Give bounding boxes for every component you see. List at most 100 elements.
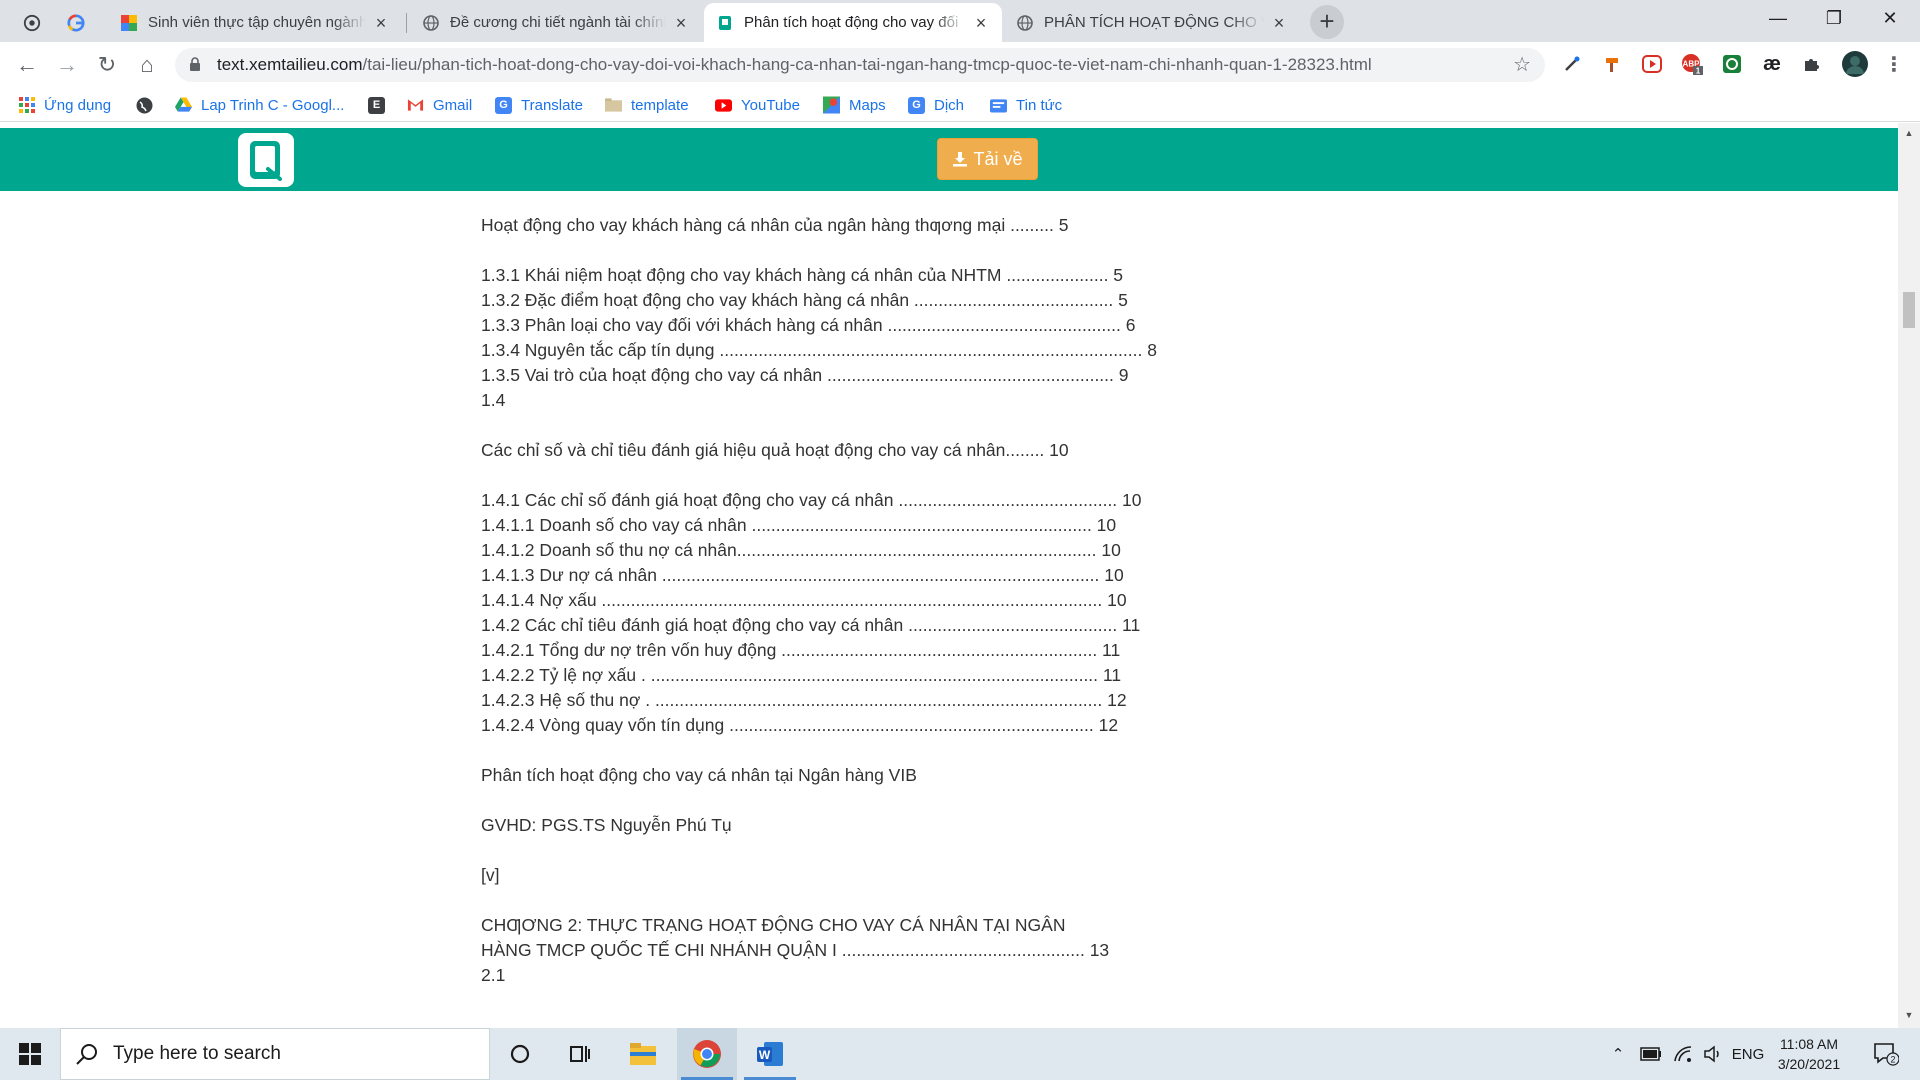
video-icon[interactable] xyxy=(1641,53,1663,75)
url-domain: text.xemtailieu.com xyxy=(217,55,363,74)
tab-title: Đề cương chi tiết ngành tài chính xyxy=(450,14,666,31)
url-path: /tai-lieu/phan-tich-hoat-dong-cho-vay-do… xyxy=(362,55,1372,74)
browser-toolbar: ← → ↻ ⌂ text.xemtailieu.com/tai-lieu/pha… xyxy=(0,42,1920,88)
minimize-button[interactable]: — xyxy=(1750,0,1806,38)
tab-phan-tich-active[interactable]: Phân tích hoạt động cho vay đối × xyxy=(704,3,1002,42)
new-tab-button[interactable]: + xyxy=(1310,5,1344,39)
close-tab-icon[interactable]: × xyxy=(972,14,990,32)
document-line: HÀNG TMCP QUỐC TẾ CHI NHÁNH QUẬN I .....… xyxy=(481,940,1110,960)
document-line: [v] xyxy=(481,865,500,885)
forward-button[interactable]: → xyxy=(52,50,82,80)
globe-icon xyxy=(422,14,440,32)
address-bar[interactable]: text.xemtailieu.com/tai-lieu/phan-tich-h… xyxy=(175,48,1545,82)
back-button[interactable]: ← xyxy=(12,50,42,80)
home-button[interactable]: ⌂ xyxy=(132,50,162,80)
colorful-icon xyxy=(120,14,138,32)
volume-icon[interactable] xyxy=(1700,1028,1726,1080)
bookmark-maps[interactable]: Maps xyxy=(823,88,886,122)
bookmark-globe[interactable] xyxy=(136,88,162,122)
document-line: CHƢƠNG 2: THỰC TRẠNG HOẠT ĐỘNG CHO VAY C… xyxy=(481,915,1066,935)
show-hidden-icons-chevron-icon[interactable]: ⌃ xyxy=(1606,1028,1630,1080)
wifi-icon[interactable] xyxy=(1670,1028,1696,1080)
close-tab-icon[interactable]: × xyxy=(672,14,690,32)
scroll-up-arrow-icon[interactable]: ▲ xyxy=(1898,128,1920,144)
document-line: 1.3.3 Phân loại cho vay đối với khách hà… xyxy=(481,315,1136,335)
search-placeholder: Type here to search xyxy=(113,1043,281,1064)
globe-icon xyxy=(136,97,153,114)
document-line: GVHD: PGS.TS Nguyễn Phú Tụ xyxy=(481,815,732,835)
notification-center-icon[interactable]: 2 xyxy=(1866,1028,1906,1080)
adblock-icon[interactable]: ABP 1 xyxy=(1681,53,1703,75)
file-explorer-icon[interactable] xyxy=(614,1028,672,1080)
reload-button[interactable]: ↻ xyxy=(92,50,122,80)
start-button[interactable] xyxy=(0,1028,60,1080)
download-icon xyxy=(953,152,968,167)
document-line: Các chỉ số và chỉ tiêu đánh giá hiệu quả… xyxy=(481,440,1069,460)
bookmarks-bar: Ứng dụng Lap Trinh C - Googl... E Gmail … xyxy=(0,88,1920,122)
download-label: Tải về xyxy=(973,148,1023,169)
task-view-icon[interactable] xyxy=(491,1028,549,1080)
page-scrollbar[interactable]: ▲ ▼ xyxy=(1898,123,1920,1028)
hammer-icon[interactable] xyxy=(1601,53,1623,75)
bookmark-dich[interactable]: G Dịch xyxy=(908,88,964,122)
google-drive-icon xyxy=(175,97,192,114)
scroll-thumb[interactable] xyxy=(1903,292,1915,328)
battery-icon[interactable] xyxy=(1638,1028,1664,1080)
apps-grid-icon xyxy=(18,97,35,114)
close-tab-icon[interactable]: × xyxy=(372,14,390,32)
restore-button[interactable]: ❐ xyxy=(1806,0,1862,38)
bookmark-lap-trinh-c[interactable]: Lap Trinh C - Googl... xyxy=(175,88,344,122)
bookmark-gmail[interactable]: Gmail xyxy=(407,88,472,122)
bookmark-star-icon[interactable]: ☆ xyxy=(1513,48,1531,82)
document-line: 1.4.2.1 Tổng dư nợ trên vốn huy động ...… xyxy=(481,640,1121,660)
bookmark-youtube[interactable]: YouTube xyxy=(715,88,800,122)
bookmark-label: Maps xyxy=(849,96,886,114)
taskbar-search[interactable]: Type here to search xyxy=(60,1028,490,1080)
ae-icon[interactable]: æ xyxy=(1761,53,1783,75)
tab-de-cuong[interactable]: Đề cương chi tiết ngành tài chính × xyxy=(410,3,702,42)
tab-pinned-google[interactable] xyxy=(58,3,98,42)
adblock-count: 1 xyxy=(1696,67,1701,76)
bookmark-template[interactable]: template xyxy=(605,88,689,122)
lock-icon xyxy=(190,57,200,71)
tab-phan-tich-2[interactable]: PHÂN TÍCH HOẠT ĐỘNG CHO V × xyxy=(1004,3,1300,42)
document-line: 2.1 xyxy=(481,965,506,985)
document-line: 1.4.2.3 Hệ số thu nợ . .................… xyxy=(481,690,1127,710)
chrome-icon[interactable] xyxy=(677,1028,737,1080)
window-close-button[interactable]: ✕ xyxy=(1862,0,1918,38)
windows-taskbar: Type here to search W ⌃ ENG 11:08 AM 3/2… xyxy=(0,1028,1920,1080)
word-icon[interactable]: W xyxy=(740,1028,800,1080)
scroll-down-arrow-icon[interactable]: ▼ xyxy=(1898,1010,1920,1026)
document-line: Phân tích hoạt động cho vay cá nhân tại … xyxy=(481,765,917,785)
translate-icon: G xyxy=(495,96,512,114)
system-clock[interactable]: 11:08 AM 3/20/2021 xyxy=(1759,1034,1859,1074)
close-tab-icon[interactable]: × xyxy=(1270,14,1288,32)
maps-icon xyxy=(823,96,840,114)
bookmark-e[interactable]: E xyxy=(368,88,394,122)
document-line: 1.3.1 Khái niệm hoạt động cho vay khách … xyxy=(481,265,1124,285)
eyedropper-icon[interactable] xyxy=(1561,53,1583,75)
download-button[interactable]: Tải về xyxy=(937,138,1038,180)
bookmark-translate[interactable]: G Translate xyxy=(495,88,583,122)
profile-avatar[interactable] xyxy=(1841,50,1869,78)
bookmark-label: Lap Trinh C - Googl... xyxy=(201,96,345,114)
site-logo[interactable] xyxy=(238,133,294,187)
tab-sinh-vien[interactable]: Sinh viên thực tập chuyên ngành × xyxy=(108,3,402,42)
menu-kebab-icon[interactable]: ⋮ xyxy=(1883,53,1905,76)
document-line: 1.4.1.4 Nợ xấu .........................… xyxy=(481,590,1127,610)
document-line: 1.4.1.2 Doanh số thu nợ cá nhân.........… xyxy=(481,540,1121,560)
task-switcher-icon[interactable] xyxy=(551,1028,609,1080)
web-page: Tải về 1.3Hoạt động cho vay khách hàng c… xyxy=(0,123,1920,1028)
screen-icon[interactable] xyxy=(1721,53,1743,75)
tab-pinned-1[interactable] xyxy=(14,3,54,42)
document-line: 1.4.1.3 Dư nợ cá nhân ..................… xyxy=(481,565,1124,585)
puzzle-icon[interactable] xyxy=(1801,53,1823,75)
bookmark-tin-tuc[interactable]: Tin tức xyxy=(990,88,1062,122)
clock-time: 11:08 AM xyxy=(1779,1036,1839,1052)
document-line: 1.4.1 Các chỉ số đánh giá hoạt động cho … xyxy=(481,490,1142,510)
bookmark-apps[interactable]: Ứng dụng xyxy=(18,88,111,122)
